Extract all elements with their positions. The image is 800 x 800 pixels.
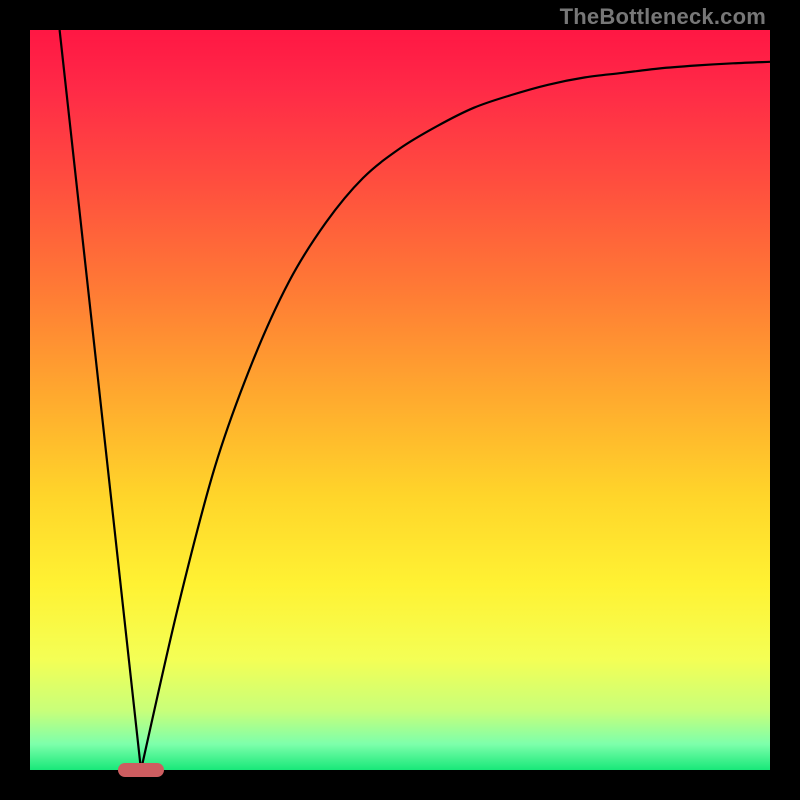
- watermark-text: TheBottleneck.com: [560, 4, 766, 30]
- right-curve-path: [141, 62, 770, 770]
- chart-frame: TheBottleneck.com: [0, 0, 800, 800]
- curves-svg: [30, 30, 770, 770]
- plot-area: [30, 30, 770, 770]
- bottleneck-marker: [118, 763, 164, 777]
- left-line-path: [60, 30, 141, 770]
